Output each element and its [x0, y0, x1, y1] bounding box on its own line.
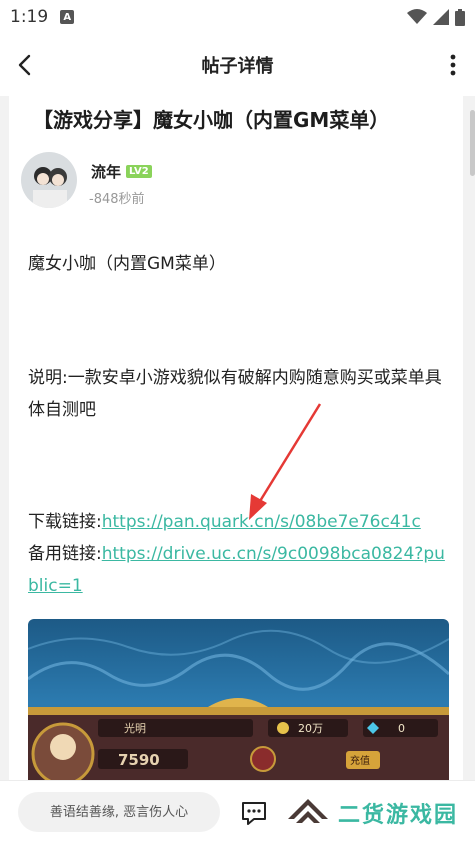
author-name[interactable]: 流年: [91, 161, 121, 182]
game-gold: 20万: [298, 722, 323, 735]
game-player-name: 光明: [124, 721, 146, 735]
more-options-button[interactable]: [441, 48, 465, 82]
status-bar: 1:19 A: [0, 0, 475, 34]
app-notification-icon: A: [60, 10, 75, 24]
brand-text: 二货游戏园: [338, 803, 459, 828]
brand-logo-icon: [288, 799, 328, 823]
author-level-badge: LV2: [126, 165, 152, 178]
scrollbar[interactable]: [470, 110, 475, 176]
backup-line: 备用链接:https://drive.uc.cn/s/9c0098bca0824…: [28, 538, 446, 602]
game-power: 7590: [118, 751, 160, 769]
game-screenshot-image: 光明 20万 0 7590 充值: [28, 619, 449, 780]
post-paragraph: 魔女小咖（内置GM菜单）: [28, 254, 226, 274]
comment-button[interactable]: [240, 799, 268, 827]
chevron-left-icon: [18, 54, 31, 76]
author-avatar[interactable]: [21, 152, 77, 208]
game-recharge: 充值: [350, 754, 370, 767]
game-screenshot[interactable]: 光明 20万 0 7590 充值: [28, 619, 449, 780]
post-paragraph: 说明:一款安卓小游戏貌似有破解内购随意购买或菜单具体自测吧: [28, 368, 442, 420]
download-line: 下载链接:https://pan.quark.cn/s/08be7e76c41c: [28, 506, 446, 538]
page-title: 帖子详情: [201, 56, 274, 77]
comment-icon: [242, 802, 266, 825]
red-arrow-annotation: [249, 403, 322, 520]
post-card: 【游戏分享】魔女小咖（内置GM菜单） 流年 LV2 -848秒前 魔女小咖（内置…: [9, 96, 463, 780]
bottom-bar: 二货游戏园: [0, 780, 475, 844]
comment-input[interactable]: [18, 792, 220, 832]
download-label: 下载链接:: [28, 512, 102, 532]
wifi-icon: [407, 9, 427, 24]
battery-icon: [455, 8, 465, 26]
author-info: 流年 LV2: [91, 161, 152, 182]
post-time: -848秒前: [89, 192, 145, 207]
game-gems: 0: [398, 722, 405, 735]
site-watermark: 二货游戏园: [286, 797, 458, 829]
back-button[interactable]: [8, 48, 42, 82]
backup-label: 备用链接:: [28, 544, 102, 564]
avatar-image: [21, 152, 77, 208]
signal-icon: [433, 9, 449, 25]
status-time: 1:19: [10, 7, 49, 27]
more-vertical-icon: [450, 54, 456, 76]
post-title: 【游戏分享】魔女小咖（内置GM菜单）: [33, 108, 390, 132]
status-icons: [407, 8, 465, 26]
top-nav-bar: 帖子详情: [0, 34, 475, 96]
